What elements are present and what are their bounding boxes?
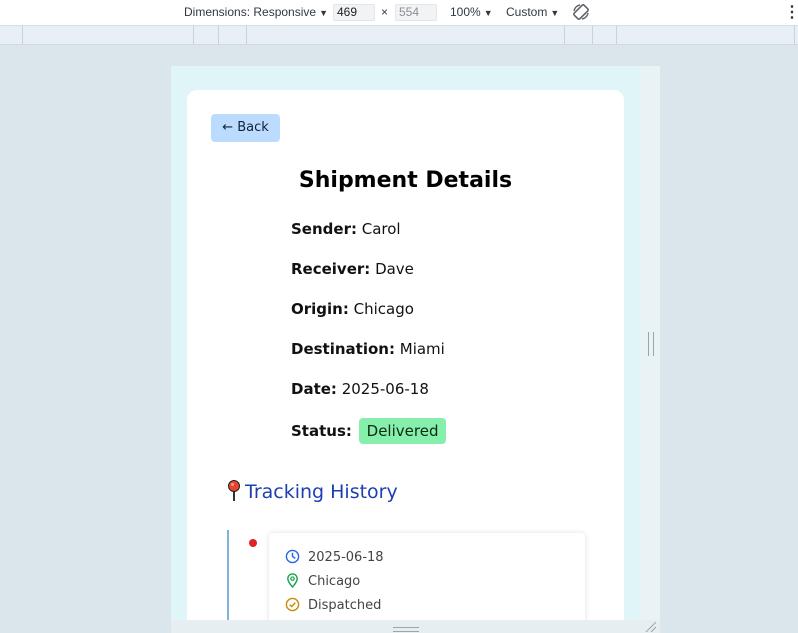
dimensions-dropdown[interactable]: Dimensions: Responsive ▼ xyxy=(184,0,328,25)
event-date-row: 2025-06-18 xyxy=(285,549,384,565)
destination-label: Destination: xyxy=(291,340,395,358)
event-date: 2025-06-18 xyxy=(308,550,384,565)
height-resize-handle[interactable] xyxy=(393,627,419,632)
receiver-field: Receiver: Dave xyxy=(291,260,414,278)
throttle-dropdown[interactable]: Custom ▼ xyxy=(506,0,559,25)
zoom-dropdown[interactable]: 100% ▼ xyxy=(450,0,493,25)
event-status-row: Dispatched xyxy=(285,597,381,613)
chevron-down-icon: ▼ xyxy=(319,8,328,18)
receiver-label: Receiver: xyxy=(291,260,371,278)
status-field: Status: Delivered xyxy=(291,418,447,444)
shipment-card: ← Back Shipment Details Sender: Carol Re… xyxy=(187,90,624,620)
sender-value: Carol xyxy=(361,220,401,238)
width-input[interactable]: 469 xyxy=(333,4,375,21)
event-status: Dispatched xyxy=(308,598,382,613)
origin-field: Origin: Chicago xyxy=(291,300,414,318)
round-pushpin-icon xyxy=(227,480,241,507)
tracking-event-card: 2025-06-18 Chicago Dispatched xyxy=(269,533,585,620)
chevron-down-icon: ▼ xyxy=(550,8,560,18)
clock-icon xyxy=(285,549,300,564)
status-label: Status: xyxy=(291,422,352,440)
date-value: 2025-06-18 xyxy=(341,380,429,398)
back-button[interactable]: ← Back xyxy=(211,114,280,142)
devtools-toolbar: Dimensions: Responsive ▼ 469 × 554 100% ▼ … xyxy=(0,0,798,26)
tracking-timeline: 2025-06-18 Chicago Dispatched xyxy=(227,530,589,620)
destination-field: Destination: Miami xyxy=(291,340,445,358)
date-field: Date: 2025-06-18 xyxy=(291,380,429,398)
corner-resize-icon[interactable] xyxy=(644,622,656,632)
event-location-row: Chicago xyxy=(285,573,360,589)
destination-value: Miami xyxy=(399,340,445,358)
chevron-down-icon: ▼ xyxy=(483,8,493,18)
height-input[interactable]: 554 xyxy=(395,4,437,21)
status-badge: Delivered xyxy=(358,418,447,444)
receiver-value: Dave xyxy=(375,260,414,278)
times-sign: × xyxy=(381,5,389,19)
throttle-label: Custom xyxy=(506,5,548,19)
dimensions-label: Dimensions: Responsive xyxy=(184,5,317,19)
rotate-icon[interactable] xyxy=(571,2,591,27)
zoom-label: 100% xyxy=(450,5,481,19)
tracking-history-heading: Tracking History xyxy=(227,480,398,507)
emulated-viewport: ← Back Shipment Details Sender: Carol Re… xyxy=(171,66,640,620)
tracking-history-title: Tracking History xyxy=(245,481,398,503)
event-location: Chicago xyxy=(308,574,361,589)
origin-label: Origin: xyxy=(291,300,349,318)
check-circle-icon xyxy=(285,597,300,612)
origin-value: Chicago xyxy=(353,300,414,318)
timeline-dot xyxy=(249,539,257,547)
more-options-icon[interactable]: ⋮ xyxy=(784,0,798,25)
sender-field: Sender: Carol xyxy=(291,220,401,238)
sender-label: Sender: xyxy=(291,220,357,238)
map-pin-icon xyxy=(287,573,298,589)
page-title: Shipment Details xyxy=(298,168,513,193)
media-query-ruler[interactable] xyxy=(0,26,798,45)
width-resize-handle[interactable] xyxy=(648,332,654,356)
date-label: Date: xyxy=(291,380,337,398)
